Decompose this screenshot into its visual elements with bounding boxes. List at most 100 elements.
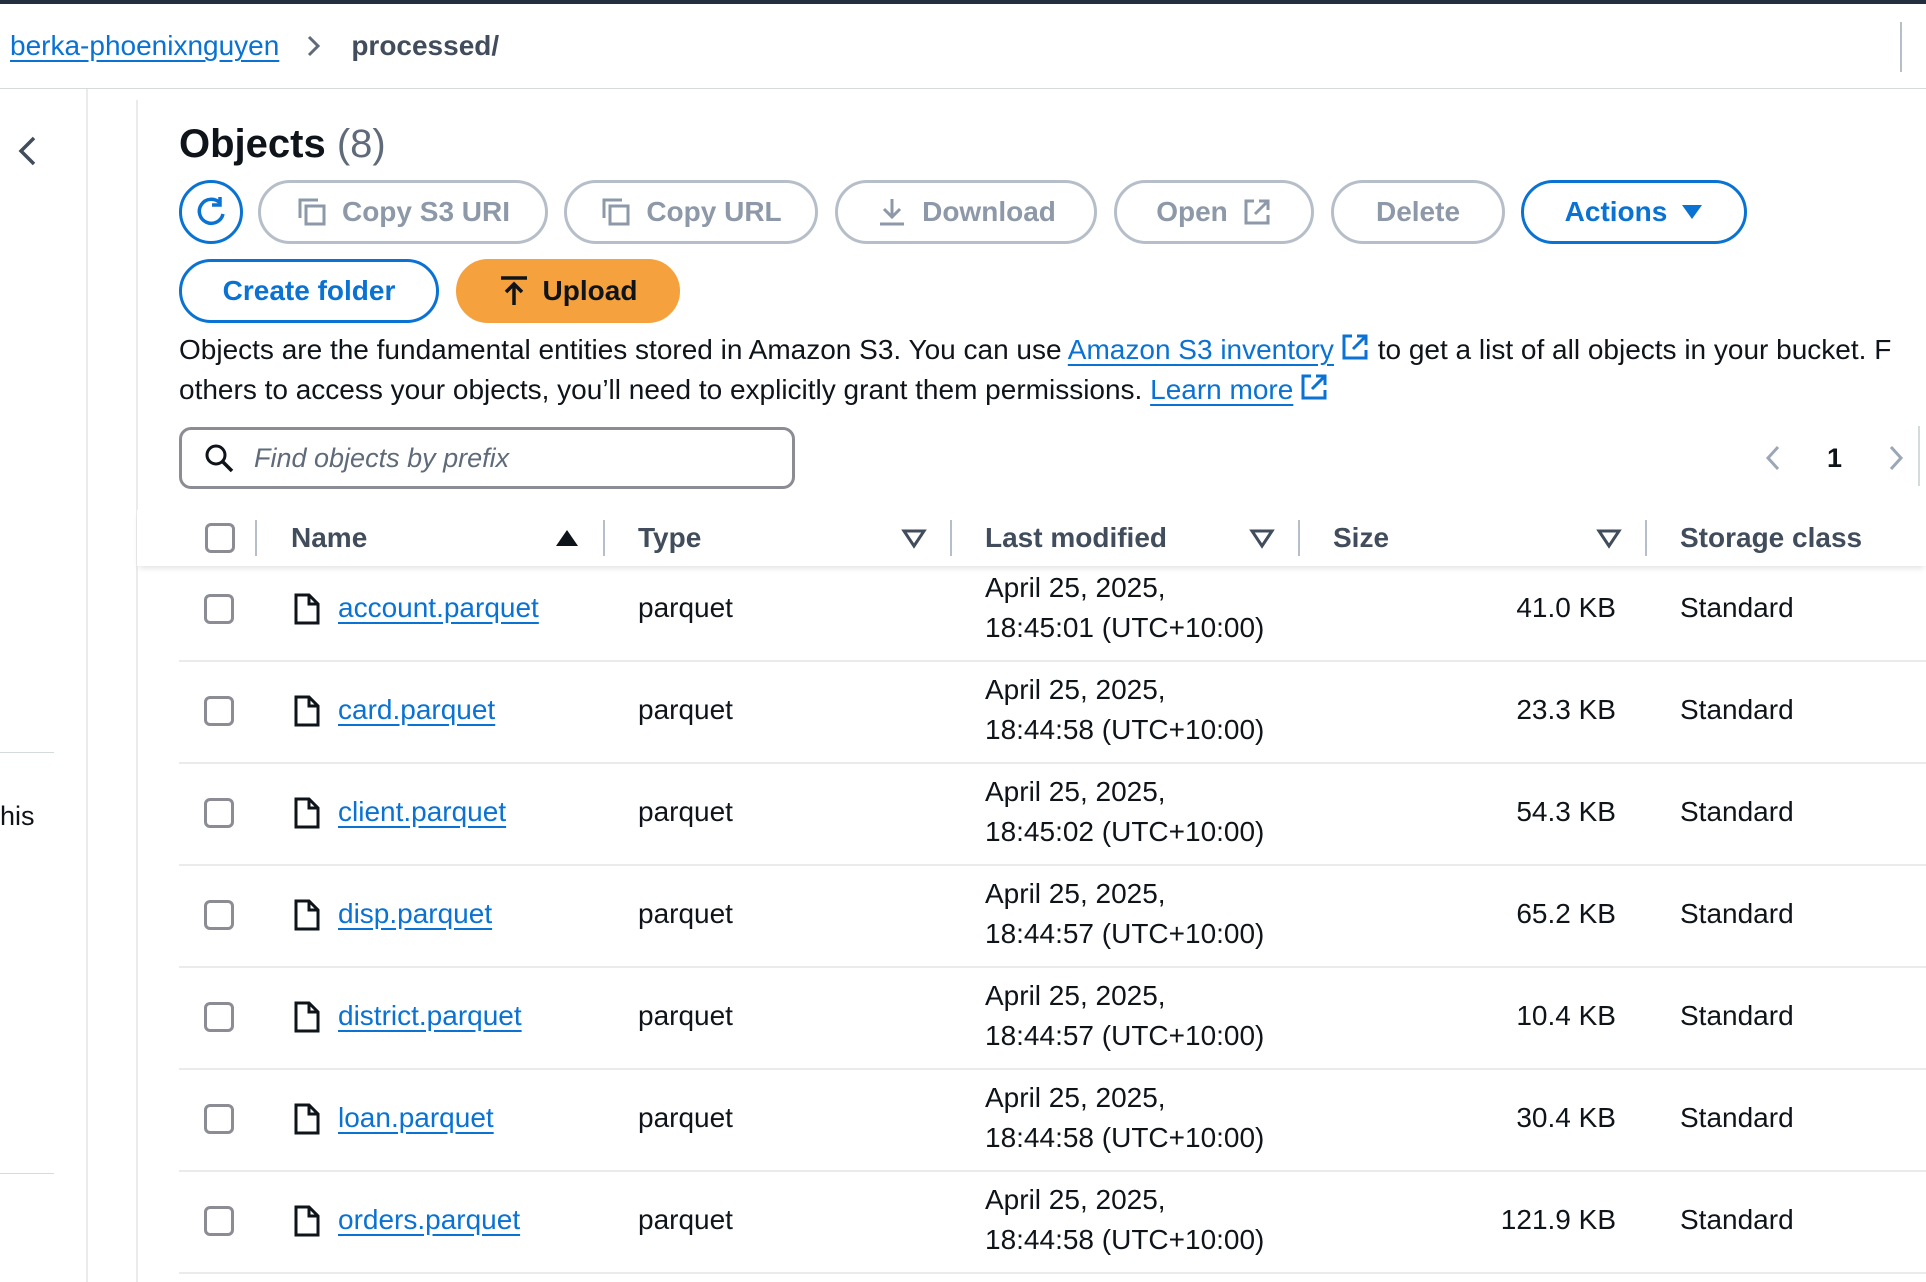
object-type: parquet — [638, 1000, 733, 1031]
table-row[interactable]: client.parquet parquet April 25, 2025, 18… — [179, 762, 1926, 866]
object-size: 23.3 KB — [1516, 694, 1616, 725]
sort-descending-icon[interactable] — [1249, 526, 1275, 550]
object-storage-class: Standard — [1680, 796, 1794, 827]
object-name-link[interactable]: card.parquet — [338, 694, 495, 726]
file-icon — [294, 593, 320, 625]
select-all-checkbox[interactable] — [205, 523, 235, 553]
row-checkbox[interactable] — [204, 1206, 234, 1236]
object-name-link[interactable]: orders.parquet — [338, 1204, 520, 1236]
file-icon — [294, 1205, 320, 1237]
object-type: parquet — [638, 1204, 733, 1235]
object-storage-class: Standard — [1680, 1204, 1794, 1235]
content-border — [136, 100, 138, 1282]
caret-down-icon — [1682, 205, 1703, 219]
chevron-right-icon — [303, 35, 325, 57]
download-label: Download — [922, 196, 1056, 227]
search-icon — [205, 444, 234, 473]
previous-page-button[interactable] — [1755, 440, 1791, 476]
collapse-nav-button[interactable] — [12, 133, 42, 169]
copy-s3-uri-label: Copy S3 URI — [341, 196, 511, 227]
delete-button[interactable]: Delete — [1331, 180, 1505, 244]
download-button[interactable]: Download — [835, 180, 1097, 244]
column-divider — [603, 520, 605, 556]
object-name-link[interactable]: district.parquet — [338, 1000, 522, 1032]
object-last-modified: April 25, 2025, 18:44:57 (UTC+10:00) — [985, 980, 1265, 1051]
search-input[interactable] — [252, 441, 776, 475]
chevron-left-icon — [1765, 445, 1780, 471]
file-icon — [294, 1001, 320, 1033]
copy-url-label: Copy URL — [646, 196, 782, 227]
table-row[interactable]: account.parquet parquet April 25, 2025, 1… — [179, 558, 1926, 662]
table-row[interactable]: card.parquet parquet April 25, 2025, 18:4… — [179, 660, 1926, 764]
refresh-button[interactable] — [179, 180, 243, 244]
object-last-modified: April 25, 2025, 18:44:58 (UTC+10:00) — [985, 1184, 1265, 1255]
row-checkbox[interactable] — [204, 1104, 234, 1134]
header-divider — [1900, 22, 1902, 72]
upload-icon — [500, 276, 527, 305]
object-type: parquet — [638, 796, 733, 827]
chevron-right-icon — [1889, 445, 1904, 471]
external-link-icon — [1244, 199, 1270, 225]
sort-ascending-icon[interactable] — [554, 526, 580, 550]
object-last-modified: April 25, 2025, 18:45:01 (UTC+10:00) — [985, 572, 1265, 643]
row-checkbox[interactable] — [204, 900, 234, 930]
table-row[interactable]: orders.parquet parquet April 25, 2025, 18… — [179, 1170, 1926, 1274]
table-row[interactable]: disp.parquet parquet April 25, 2025, 18:4… — [179, 864, 1926, 968]
table-row[interactable]: district.parquet parquet April 25, 2025,… — [179, 966, 1926, 1070]
object-size: 54.3 KB — [1516, 796, 1616, 827]
nav-divider — [0, 752, 54, 753]
external-link-icon — [1301, 374, 1327, 400]
delete-label: Delete — [1375, 196, 1461, 227]
file-icon — [294, 899, 320, 931]
object-size: 65.2 KB — [1516, 898, 1616, 929]
object-type: parquet — [638, 898, 733, 929]
download-icon — [880, 199, 905, 226]
s3-inventory-link[interactable]: Amazon S3 inventory — [1068, 334, 1334, 365]
object-size: 41.0 KB — [1516, 592, 1616, 623]
copy-s3-uri-button[interactable]: Copy S3 URI — [258, 180, 548, 244]
nav-item-fragment[interactable]: his — [0, 801, 35, 832]
current-page-number[interactable]: 1 — [1827, 443, 1842, 474]
row-checkbox[interactable] — [204, 594, 234, 624]
object-name-link[interactable]: disp.parquet — [338, 898, 492, 930]
object-name-link[interactable]: loan.parquet — [338, 1102, 494, 1134]
upload-label: Upload — [542, 275, 638, 306]
sort-descending-icon[interactable] — [901, 526, 927, 550]
learn-more-link[interactable]: Learn more — [1150, 374, 1293, 405]
object-last-modified: April 25, 2025, 18:44:58 (UTC+10:00) — [985, 1082, 1265, 1153]
refresh-icon — [197, 197, 225, 226]
open-button[interactable]: Open — [1114, 180, 1314, 244]
object-name-link[interactable]: account.parquet — [338, 592, 539, 624]
object-storage-class: Standard — [1680, 898, 1794, 929]
table-row[interactable]: loan.parquet parquet April 25, 2025, 18:4… — [179, 1068, 1926, 1172]
breadcrumb-bucket-link[interactable]: berka-phoenixnguyen — [10, 30, 279, 62]
copy-url-button[interactable]: Copy URL — [564, 180, 818, 244]
next-page-button[interactable] — [1878, 440, 1914, 476]
object-type: parquet — [638, 1102, 733, 1133]
pager-divider — [1918, 426, 1920, 486]
open-label: Open — [1156, 196, 1228, 227]
row-checkbox[interactable] — [204, 1002, 234, 1032]
column-divider — [1645, 520, 1647, 556]
row-checkbox[interactable] — [204, 798, 234, 828]
external-link-icon — [1342, 334, 1368, 360]
object-storage-class: Standard — [1680, 694, 1794, 725]
object-last-modified: April 25, 2025, 18:44:57 (UTC+10:00) — [985, 878, 1265, 949]
file-icon — [294, 1103, 320, 1135]
file-icon — [294, 695, 320, 727]
column-divider — [255, 520, 257, 556]
create-folder-button[interactable]: Create folder — [179, 259, 439, 323]
object-last-modified: April 25, 2025, 18:44:58 (UTC+10:00) — [985, 674, 1265, 745]
row-checkbox[interactable] — [204, 696, 234, 726]
object-storage-class: Standard — [1680, 592, 1794, 623]
object-size: 10.4 KB — [1516, 1000, 1616, 1031]
sort-descending-icon[interactable] — [1596, 526, 1622, 550]
actions-dropdown-button[interactable]: Actions — [1521, 180, 1747, 244]
pagination: 1 — [1755, 436, 1914, 480]
object-size: 121.9 KB — [1500, 1204, 1616, 1235]
side-navigation: his — [0, 89, 88, 1282]
column-divider — [950, 520, 952, 556]
description-text: Objects are the fundamental entities sto… — [179, 334, 1068, 365]
object-name-link[interactable]: client.parquet — [338, 796, 506, 828]
upload-button[interactable]: Upload — [456, 259, 680, 323]
